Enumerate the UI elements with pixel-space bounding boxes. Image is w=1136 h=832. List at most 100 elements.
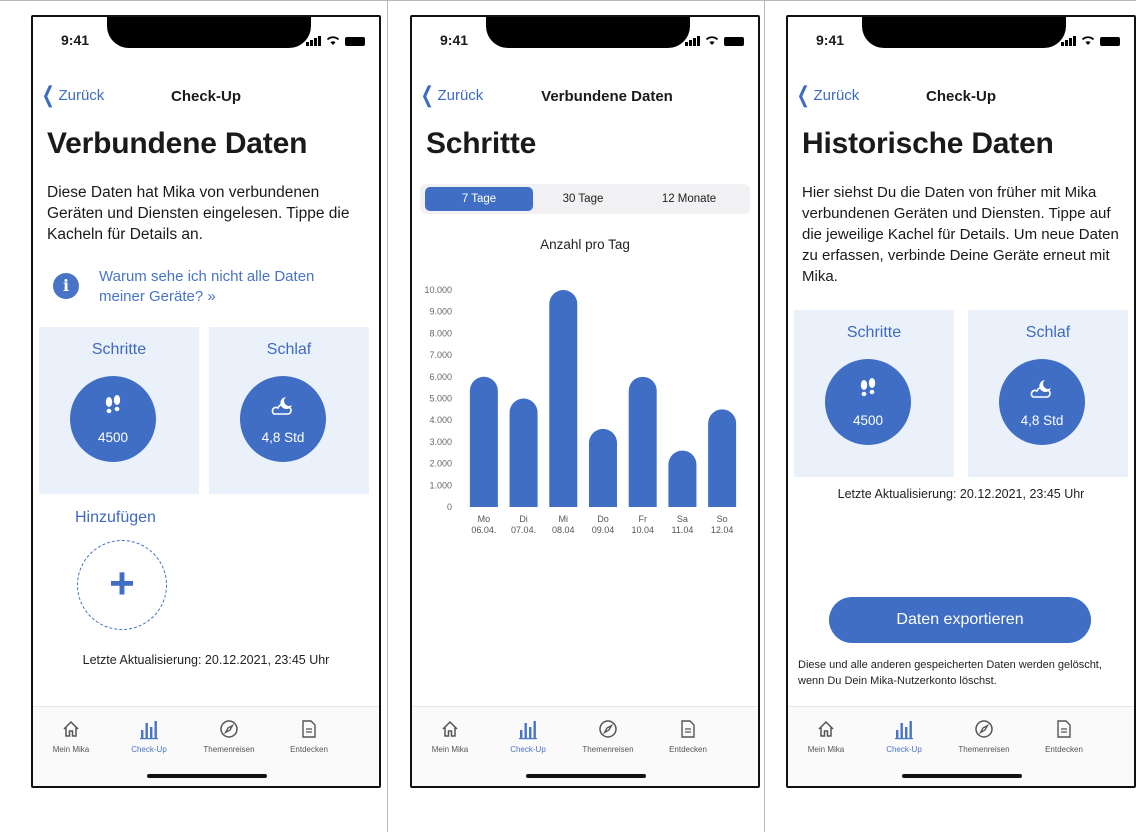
tile-steps[interactable]: Schritte 4500: [39, 327, 199, 494]
nav-title: Verbundene Daten: [541, 88, 673, 105]
x-tick-label: Sa: [677, 514, 688, 524]
last-updated: Letzte Aktualisierung: 20.12.2021, 23:45…: [837, 487, 1085, 501]
add-device-button[interactable]: +: [77, 540, 167, 630]
chart-bar: [469, 376, 498, 507]
phone-screen-steps-chart: 9:41 ❮ Zurück Verbundene Daten Schritte …: [410, 15, 760, 788]
x-tick-label: Fr: [638, 514, 647, 524]
nav-bar: ❮ Zurück Verbundene Daten: [412, 84, 758, 109]
export-data-button[interactable]: Daten exportieren: [829, 597, 1091, 643]
y-tick-label: 1.000: [429, 480, 452, 490]
page-title: Historische Daten: [802, 127, 1054, 160]
tab-label: Mein Mika: [807, 745, 845, 754]
tab-label: Themenreisen: [203, 745, 255, 754]
tab-label: Themenreisen: [582, 745, 634, 754]
tab-label: Check-Up: [510, 745, 546, 754]
nav-title: Check-Up: [925, 88, 996, 105]
tab-label: Entdecken: [669, 745, 707, 754]
nav-bar: ❮ Zurück Check-Up: [33, 84, 379, 109]
tab-mein-mika[interactable]: Mein Mika: [788, 717, 866, 754]
tile-value-circle: 4,8 Std: [240, 376, 326, 462]
footsteps-icon: [70, 394, 156, 418]
signal-icon: [306, 36, 321, 46]
page-title: Verbundene Daten: [47, 127, 308, 160]
home-icon: [33, 717, 111, 741]
x-tick-label: 08.04: [552, 525, 575, 535]
notch: [862, 17, 1066, 48]
wifi-icon: [705, 36, 719, 45]
tab-label: Check-Up: [886, 745, 922, 754]
tile-steps[interactable]: Schritte 4500: [794, 310, 954, 477]
tab-mein-mika[interactable]: Mein Mika: [33, 717, 111, 754]
tile-label: Schlaf: [266, 341, 312, 358]
y-tick-label: 6.000: [429, 372, 452, 382]
x-tick-label: Mo: [478, 514, 491, 524]
status-time: 9:41: [440, 32, 469, 48]
tile-value: 4500: [97, 430, 129, 445]
segment-7-days[interactable]: 7 Tage: [425, 187, 533, 211]
moon-cloud-icon: [999, 377, 1085, 401]
y-tick-label: 3.000: [429, 437, 452, 447]
bar-chart-icon: [864, 717, 944, 741]
y-tick-label: 0: [447, 502, 452, 512]
status-time: 9:41: [816, 32, 845, 48]
tab-label: Check-Up: [131, 745, 167, 754]
tab-label: Entdecken: [290, 745, 328, 754]
tile-label: Schritte: [91, 341, 147, 358]
tile-sleep[interactable]: Schlaf 4,8 Std: [968, 310, 1128, 477]
top-divider: [0, 0, 1136, 1]
tile-value: 4500: [852, 413, 884, 428]
tab-label: Mein Mika: [52, 745, 90, 754]
add-label: Hinzufügen: [75, 509, 156, 526]
info-icon: i: [53, 273, 79, 299]
tab-bar: Mein Mika Check-Up Themenreisen Entdecke…: [412, 706, 758, 786]
battery-icon: [345, 37, 365, 46]
tab-themenreisen[interactable]: Themenreisen: [568, 717, 648, 754]
tile-value-circle: 4,8 Std: [999, 359, 1085, 445]
phone-screen-historic-data: 9:41 ❮ Zurück Check-Up Historische Daten…: [786, 15, 1136, 788]
status-time: 9:41: [61, 32, 90, 48]
document-icon: [1024, 717, 1104, 741]
y-tick-label: 8.000: [429, 328, 452, 338]
x-tick-label: 10.04: [631, 525, 654, 535]
compass-icon: [944, 717, 1024, 741]
bar-chart-icon: [109, 717, 189, 741]
status-icons: [306, 35, 365, 46]
nav-title: Check-Up: [170, 88, 241, 105]
tab-entdecken[interactable]: Entdecken: [648, 717, 728, 754]
document-icon: [648, 717, 728, 741]
battery-icon: [724, 37, 744, 46]
tile-value: 4,8 Std: [261, 430, 305, 445]
segment-30-days[interactable]: 30 Tage: [533, 187, 633, 211]
status-icons: [1061, 35, 1120, 46]
chart-bar: [589, 428, 617, 507]
footsteps-icon: [825, 377, 911, 401]
tab-themenreisen[interactable]: Themenreisen: [944, 717, 1024, 754]
info-link[interactable]: i Warum sehe ich nicht alle Daten meiner…: [53, 267, 363, 307]
chart-bar: [708, 409, 737, 507]
tab-check-up[interactable]: Check-Up: [109, 717, 189, 754]
home-indicator: [147, 774, 267, 778]
y-tick-label: 9.000: [429, 307, 452, 317]
nav-bar: ❮ Zurück Check-Up: [788, 84, 1134, 109]
tab-entdecken[interactable]: Entdecken: [1024, 717, 1104, 754]
tile-sleep[interactable]: Schlaf 4,8 Std: [209, 327, 369, 494]
tile-value-circle: 4500: [825, 359, 911, 445]
x-tick-label: So: [717, 514, 728, 524]
bar-chart-icon: [488, 717, 568, 741]
x-tick-label: 07.04.: [511, 525, 536, 535]
tab-check-up[interactable]: Check-Up: [488, 717, 568, 754]
home-indicator: [902, 774, 1022, 778]
segment-12-months[interactable]: 12 Monate: [633, 187, 745, 211]
tab-bar: Mein Mika Check-Up Themenreisen Entdecke…: [33, 706, 379, 786]
wifi-icon: [1081, 36, 1095, 45]
phone-screen-connected-data: 9:41 ❮ Zurück Check-Up Verbundene Daten …: [31, 15, 381, 788]
x-tick-label: 09.04: [592, 525, 615, 535]
tab-mein-mika[interactable]: Mein Mika: [412, 717, 490, 754]
x-tick-label: Mi: [559, 514, 569, 524]
tab-themenreisen[interactable]: Themenreisen: [189, 717, 269, 754]
home-indicator: [526, 774, 646, 778]
time-range-selector: 7 Tage 30 Tage 12 Monate: [420, 184, 750, 214]
tab-check-up[interactable]: Check-Up: [864, 717, 944, 754]
tab-entdecken[interactable]: Entdecken: [269, 717, 349, 754]
info-link-text: Warum sehe ich nicht alle Daten meiner G…: [99, 268, 315, 305]
